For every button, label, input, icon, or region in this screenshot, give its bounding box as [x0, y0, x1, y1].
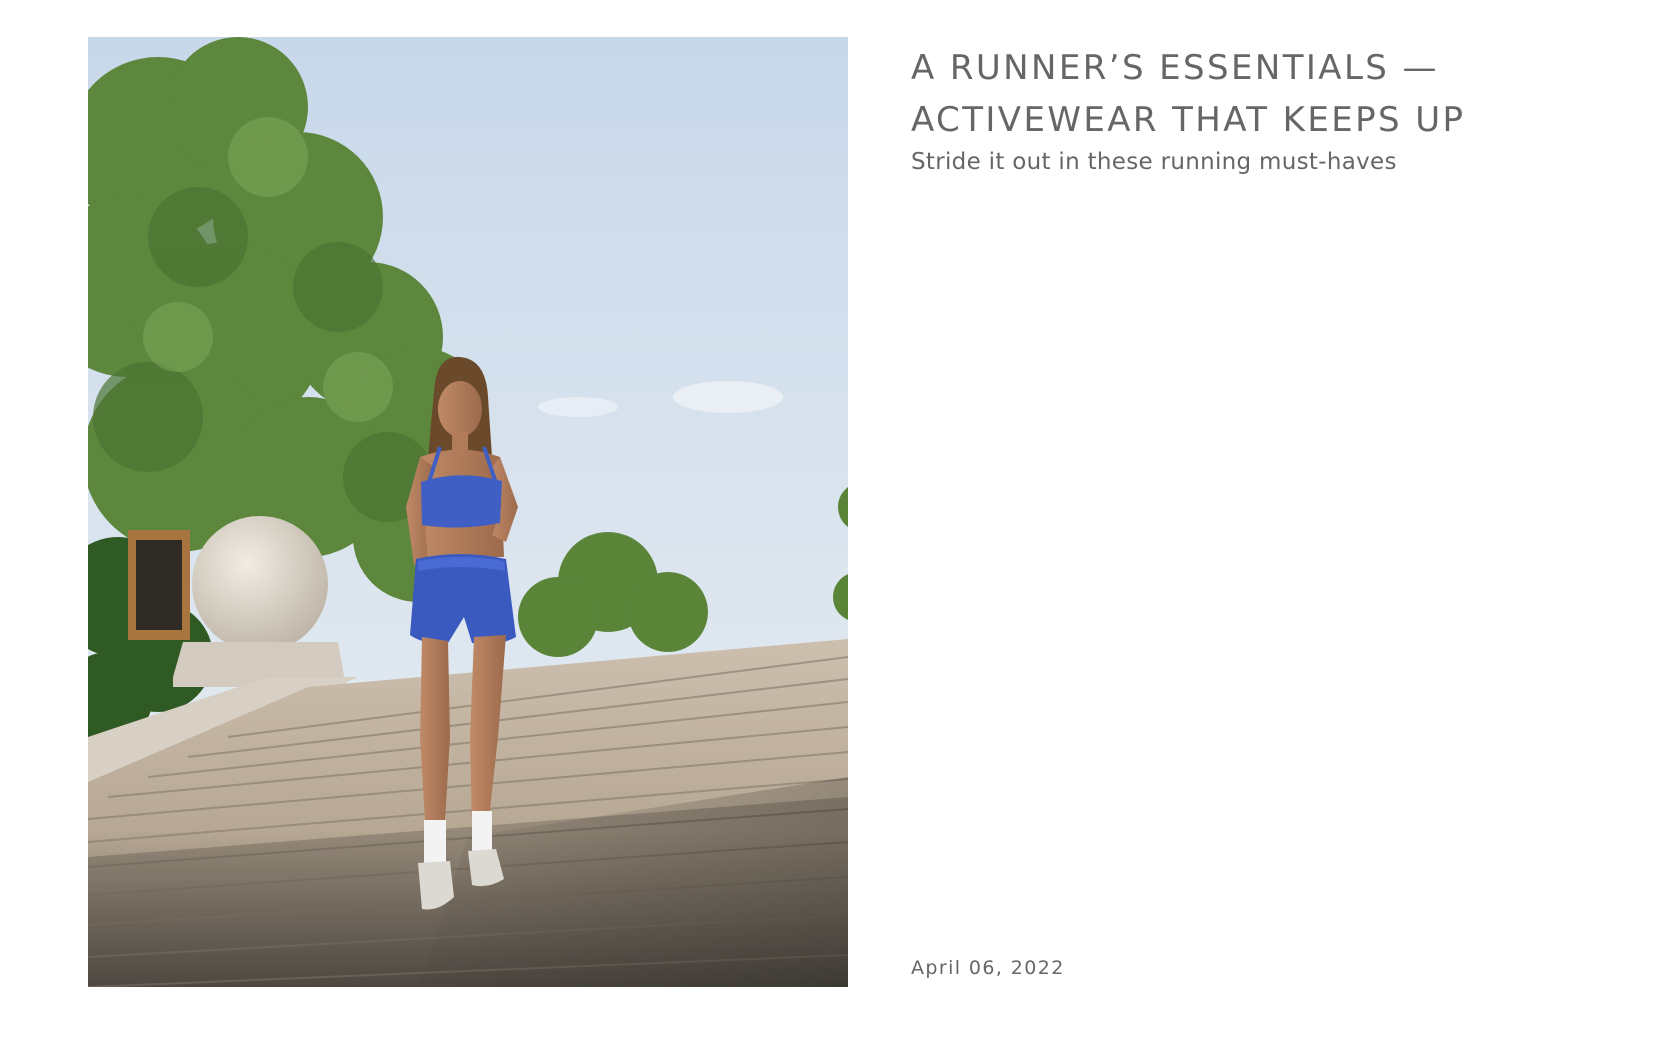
- article-subtitle: Stride it out in these running must-have…: [911, 149, 1397, 175]
- runner-on-stairs-photo: [88, 37, 848, 987]
- article-title-line-2: ACTIVEWEAR THAT KEEPS UP: [911, 100, 1466, 140]
- article-card[interactable]: A RUNNER’S ESSENTIALS — ACTIVEWEAR THAT …: [0, 0, 1680, 1044]
- article-text: A RUNNER’S ESSENTIALS — ACTIVEWEAR THAT …: [911, 42, 1611, 177]
- article-title-line-1: A RUNNER’S ESSENTIALS —: [911, 48, 1439, 88]
- article-hero-image[interactable]: [88, 37, 848, 987]
- article-date: April 06, 2022: [911, 957, 1065, 979]
- article-title[interactable]: A RUNNER’S ESSENTIALS — ACTIVEWEAR THAT …: [911, 42, 1611, 146]
